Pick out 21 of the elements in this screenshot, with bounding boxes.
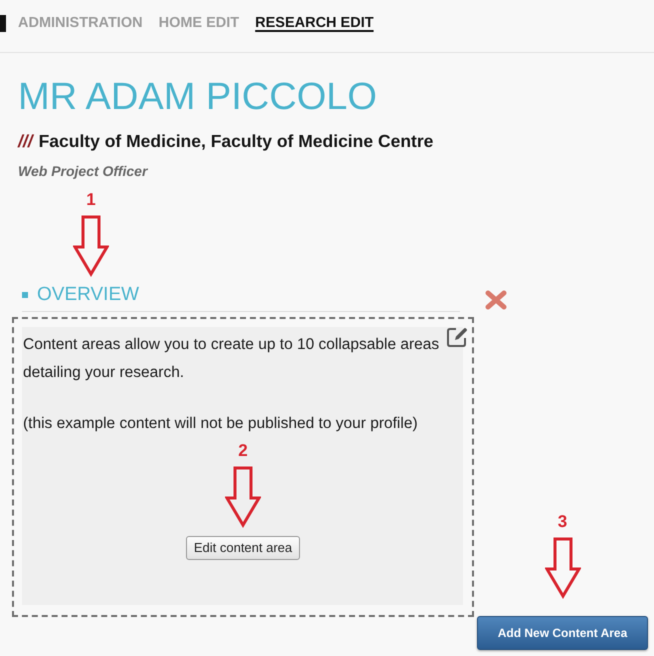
department-mark: /// [18,131,33,151]
annotation-number: 3 [558,513,568,531]
profile-name: MR ADAM PICCOLO [18,75,377,120]
content-text: (this example content will not be published to your profile) [23,414,418,434]
section-title: OVERVIEW [37,284,140,306]
nav-link[interactable]: HOME EDIT [158,14,240,32]
nav-link[interactable]: RESEARCH EDIT [255,14,374,32]
job-title: Web Project Officer [18,163,148,179]
down-arrow-icon [544,537,580,599]
annotation-number: 2 [238,442,248,460]
add-button[interactable]: Add New Content Area [477,616,648,650]
content-text: Content areas allow you to create up to 10 collapsable areas detailing your research. [23,335,440,383]
annotation-number: 1 [86,191,96,209]
down-arrow-icon [73,215,109,277]
nav-marker [0,14,6,32]
department-name: Faculty of Medicine, Faculty of Medicine Centre [38,131,434,151]
edit-button[interactable]: Edit content area [186,536,300,560]
down-arrow-icon [225,466,261,528]
edit-icon[interactable] [446,326,468,348]
nav-link[interactable]: ADMINISTRATION [18,14,143,32]
close-icon[interactable] [485,290,507,310]
